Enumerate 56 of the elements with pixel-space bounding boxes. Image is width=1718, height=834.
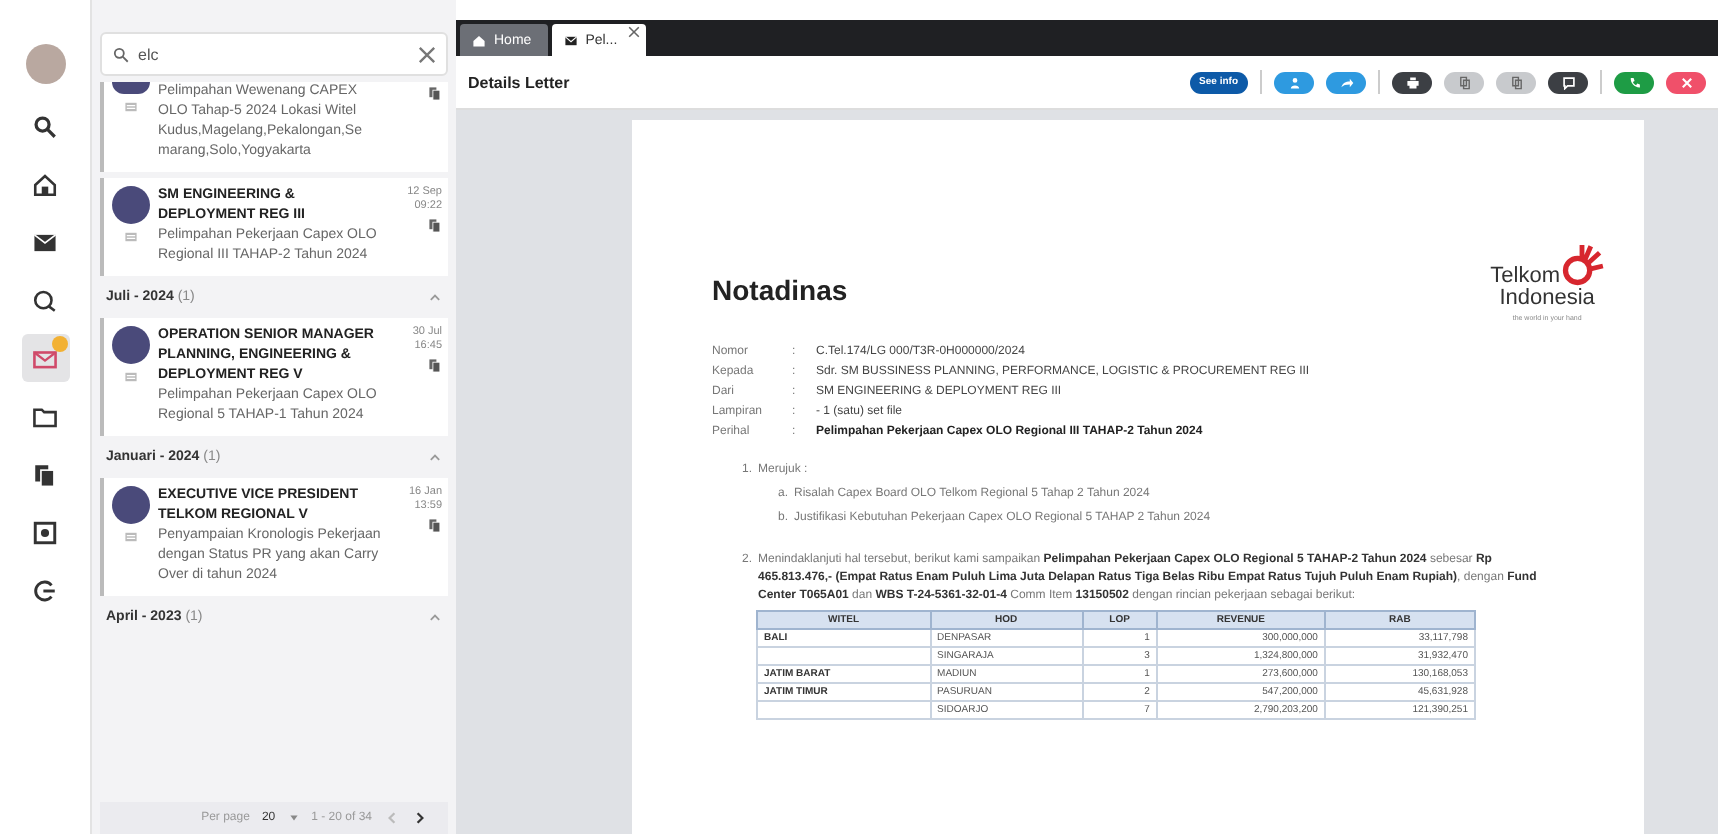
print-button[interactable] xyxy=(1392,71,1432,93)
avatar xyxy=(111,82,149,94)
copy-button[interactable] xyxy=(1496,71,1536,93)
avatar xyxy=(111,486,149,524)
close-tab-button[interactable] xyxy=(627,26,640,38)
search-icon xyxy=(32,113,58,139)
printer-icon xyxy=(1405,75,1419,89)
folder-icon xyxy=(32,403,58,429)
envelope-icon xyxy=(563,33,578,47)
file-icon xyxy=(428,86,442,100)
notification-badge xyxy=(51,336,67,352)
person-icon xyxy=(1287,75,1301,89)
close-icon xyxy=(418,45,436,63)
copy-button[interactable] xyxy=(1444,71,1484,93)
logout-icon xyxy=(32,577,58,603)
document-icon xyxy=(123,100,137,114)
dropdown-icon xyxy=(287,812,300,824)
avatar xyxy=(111,326,149,364)
document-icon xyxy=(123,370,137,384)
copy-icon xyxy=(1457,75,1471,89)
close-icon xyxy=(627,26,640,38)
document-icon xyxy=(123,530,137,544)
phone-icon xyxy=(1627,75,1641,89)
envelope-icon xyxy=(32,345,58,371)
home-icon xyxy=(472,33,486,47)
comment-icon xyxy=(1561,75,1575,89)
search-icon xyxy=(112,45,130,63)
chevron-icon xyxy=(428,290,442,304)
search-bar[interactable]: elc xyxy=(100,32,448,76)
copy-icon xyxy=(1509,75,1523,89)
logo-mark-icon xyxy=(1560,244,1604,288)
file-icon xyxy=(428,218,442,232)
page-title: Details Letter xyxy=(468,73,570,91)
next-page-icon[interactable] xyxy=(412,810,428,826)
logo-subtitle: Indonesia xyxy=(1499,288,1595,308)
person-button[interactable] xyxy=(1274,71,1314,93)
logo-wordmark: Telkom xyxy=(1490,264,1560,288)
document-icon xyxy=(123,230,137,244)
chevron-icon xyxy=(428,450,442,464)
phone-button[interactable] xyxy=(1614,71,1654,93)
clear-button[interactable] xyxy=(418,45,436,63)
forward-button[interactable] xyxy=(1326,71,1366,93)
file-icon xyxy=(428,518,442,532)
avatar xyxy=(111,186,149,224)
close-icon xyxy=(1679,75,1693,89)
home-icon xyxy=(32,171,58,197)
copy-icon xyxy=(32,461,58,487)
chevron-icon xyxy=(428,610,442,624)
letter-title: Notadinas xyxy=(712,274,848,306)
close-button[interactable] xyxy=(1666,71,1706,93)
file-icon xyxy=(428,358,442,372)
envelope-icon xyxy=(32,229,58,255)
search-field[interactable]: elc xyxy=(138,45,410,63)
chat-search-icon xyxy=(32,287,58,313)
forward-arrow-icon xyxy=(1339,75,1353,89)
comment-button[interactable] xyxy=(1548,71,1588,93)
